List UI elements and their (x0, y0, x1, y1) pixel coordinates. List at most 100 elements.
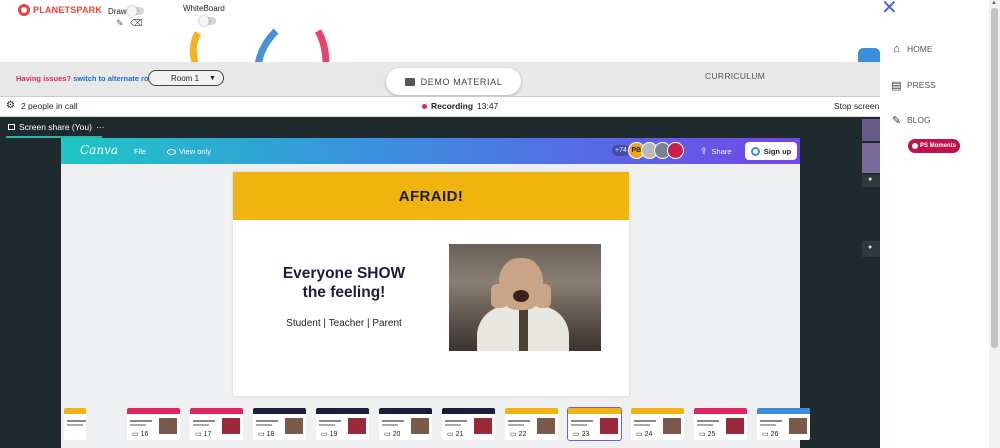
filmstrip-slide-header (316, 408, 369, 414)
filmstrip-text-line (67, 424, 83, 426)
canva-view-only[interactable]: View only (167, 147, 211, 156)
microphone-icon: ● (868, 176, 873, 183)
nav-blog[interactable]: ✎ BLOG (890, 114, 931, 127)
screen-share-label: Screen share (You) (19, 122, 92, 132)
filmstrip-text-line (445, 424, 461, 426)
curriculum-link[interactable]: CURRICULUM (705, 71, 765, 81)
filmstrip-slide-number: ▭ 26 (762, 430, 779, 439)
share-icon: ⇪ (700, 146, 708, 156)
slide-number-label: 22 (518, 430, 527, 438)
filmstrip-thumbnail-image (663, 418, 681, 434)
filmstrip-text-line (634, 424, 650, 426)
comment-icon: ▭ (447, 431, 454, 438)
nav-home[interactable]: ⌂ HOME (890, 43, 932, 55)
edit-icon: ✎ (891, 114, 902, 127)
filmstrip-slide-number: ▭ 18 (258, 430, 275, 439)
participant-thumbnail[interactable] (862, 143, 880, 173)
filmstrip-text-line (382, 420, 404, 422)
share-label: Share (711, 147, 732, 156)
signup-label: Sign up (763, 146, 792, 156)
filmstrip-text-line (508, 420, 530, 422)
filmstrip-slide-number: ▭ 16 (132, 430, 149, 439)
comment-icon: ▭ (636, 431, 643, 438)
slide-number-label: 26 (770, 430, 779, 438)
filmstrip-text-line (382, 424, 398, 426)
view-only-label: View only (179, 147, 211, 156)
participant-thumbnails: ● ● (862, 117, 880, 262)
draw-toggle[interactable] (127, 6, 144, 16)
filmstrip-slide-header (631, 408, 684, 414)
filmstrip-slide-header (379, 408, 432, 414)
app-root: PLANETSPARK Draw ✎ ⌫ WhiteBoard Having i… (0, 0, 1000, 448)
filmstrip-text-line (760, 420, 782, 422)
slide-number-label: 16 (140, 430, 149, 438)
canva-share-button[interactable]: ⇪ Share (700, 146, 732, 157)
gif-tie (519, 308, 528, 351)
filmstrip-text-line (697, 420, 719, 422)
google-icon (750, 146, 760, 156)
planetspark-logo[interactable]: PLANETSPARK (18, 4, 102, 16)
filmstrip-text-line (256, 420, 278, 422)
filmstrip-slide-number: ▭ 21 (447, 430, 463, 439)
filmstrip-slide[interactable] (64, 408, 86, 440)
comment-icon: ▭ (258, 431, 265, 438)
filmstrip-text-line (193, 420, 215, 422)
filmstrip-slide-header (568, 408, 621, 414)
filmstrip-slide-number: ▭ 22 (510, 430, 527, 439)
eraser-icon[interactable]: ⌫ (130, 18, 143, 29)
slide-number-label: 25 (707, 430, 716, 438)
nav-press[interactable]: ▤ PRESS (890, 79, 936, 92)
slide-title: AFRAID! (233, 172, 629, 220)
room-selector[interactable]: Room 1 ▼ (148, 70, 224, 86)
gear-icon[interactable]: ⚙ (6, 100, 15, 111)
demo-material-button[interactable]: DEMO MATERIAL (386, 68, 521, 95)
screen-icon (8, 124, 15, 130)
filmstrip-slide-number: ▭ 25 (699, 430, 716, 439)
whiteboard-toggle[interactable] (199, 16, 216, 26)
slide-heading: Everyone SHOW the feeling! (262, 264, 426, 302)
alternate-room-link[interactable]: switch to alternate room (73, 74, 160, 83)
pencil-icon[interactable]: ✎ (116, 18, 124, 29)
collaborator-avatars[interactable]: +74 PB (612, 142, 684, 159)
more-menu-icon[interactable]: ··· (96, 122, 105, 132)
filmstrip-slide-header (505, 408, 558, 414)
record-dot-icon (422, 103, 427, 109)
slide-number-label: 18 (266, 430, 275, 438)
scroll-up-icon[interactable]: ▲ (991, 0, 997, 6)
participant-mic-row: ● (862, 175, 880, 187)
filmstrip-thumbnail-image (474, 418, 492, 434)
filmstrip-text-line (634, 420, 656, 422)
nav-blog-label: BLOG (907, 115, 931, 125)
ps-moments-label: PS Moments (919, 143, 956, 149)
filmstrip-thumbnail-image (348, 418, 366, 434)
gif-mouth (513, 290, 529, 302)
newspaper-icon: ▤ (891, 79, 902, 92)
stop-screen-button[interactable]: Stop screen (834, 101, 879, 111)
canva-logo[interactable]: Canva (80, 143, 118, 157)
recording-label: Recording (431, 101, 474, 111)
participant-thumbnail[interactable] (862, 119, 880, 141)
filmstrip-thumbnail-image (159, 418, 177, 434)
filmstrip-thumbnail-image (726, 418, 744, 434)
close-icon[interactable]: ✕ (881, 0, 898, 18)
ps-moments-button[interactable]: PS Moments (908, 139, 960, 153)
issues-text: Having issues? switch to alternate room (16, 74, 160, 83)
filmstrip-slide-header (127, 408, 180, 414)
comment-icon: ▭ (699, 431, 706, 438)
logo-text: PLANETSPARK (33, 5, 103, 15)
filmstrip-slide-header (442, 408, 495, 414)
whiteboard-label: WhiteBoard (183, 4, 225, 13)
slide-number-label: 17 (203, 430, 212, 438)
filmstrip-slide-number: ▭ 24 (636, 430, 652, 439)
comment-icon: ▭ (132, 431, 139, 438)
filmstrip-text-line (445, 420, 467, 422)
filmstrip-thumbnail-image (222, 418, 240, 434)
scrollbar-thumb[interactable] (991, 8, 998, 348)
canva-signup-button[interactable]: Sign up (745, 142, 797, 160)
comment-icon: ▭ (321, 431, 328, 438)
canva-file-menu[interactable]: File (134, 147, 146, 156)
afraid-gif-image (449, 244, 601, 351)
screen-share-tab[interactable]: Screen share (You) ··· (8, 122, 104, 132)
filmstrip-thumbnail-image (789, 418, 807, 434)
slide-subtitle: Student | Teacher | Parent (286, 318, 402, 329)
